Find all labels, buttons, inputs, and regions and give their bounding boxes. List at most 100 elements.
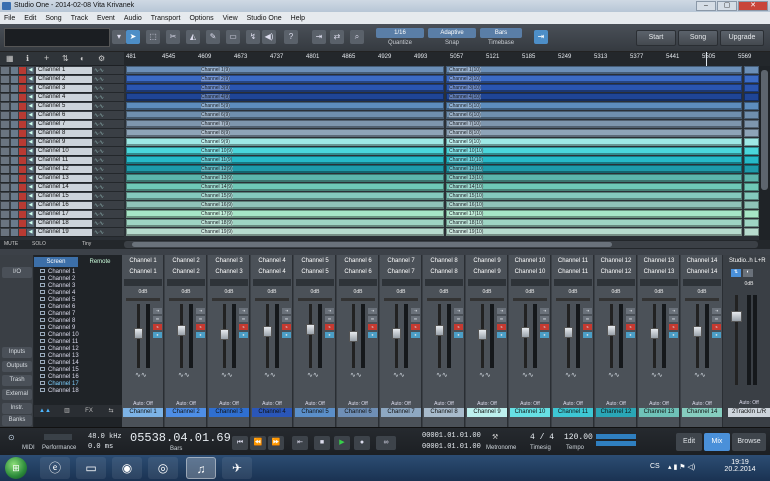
record-arm-button[interactable]	[19, 138, 26, 146]
track-header[interactable]: ◀ Channel 12 ∿∿	[0, 165, 124, 174]
horizontal-scrollbar[interactable]	[124, 241, 758, 248]
snap-toggle-icon[interactable]: ⇥	[534, 30, 548, 44]
solo-button[interactable]: s	[669, 324, 678, 330]
automation-mode[interactable]: Auto: Off	[425, 401, 463, 407]
insert-slot[interactable]	[253, 279, 291, 286]
audio-clip[interactable]: Channel 7(10)	[446, 120, 742, 128]
channel-name[interactable]: Channel 5	[295, 408, 335, 417]
mute-button[interactable]: m	[626, 316, 635, 322]
channel-name[interactable]: Channel 1	[123, 408, 163, 417]
channel-input[interactable]: Channel 1	[124, 258, 162, 264]
insert-slot[interactable]	[382, 279, 420, 286]
tab-remote[interactable]: Remote	[78, 257, 122, 267]
song-button[interactable]: Song	[678, 30, 718, 46]
track-color-swatch[interactable]	[1, 138, 9, 146]
info-icon[interactable]: ℹ	[26, 54, 29, 63]
track-name[interactable]: Channel 16	[36, 201, 92, 209]
automation-mode[interactable]: Auto: Off	[339, 401, 377, 407]
mixer-list-item[interactable]: Channel 15	[40, 367, 79, 374]
fader-track[interactable]	[438, 304, 441, 368]
track-color-swatch[interactable]	[1, 192, 9, 200]
mixer-list-item[interactable]: Channel 5	[40, 297, 75, 304]
audio-clip[interactable]: Channel 5(9)	[126, 102, 444, 110]
volume-fader[interactable]	[564, 327, 573, 338]
audio-clip[interactable]: Channel 3(10)	[446, 84, 742, 92]
maximize-button[interactable]: ▢	[717, 1, 737, 11]
sort-icon[interactable]: ⇅	[62, 54, 69, 63]
input-monitor-icon[interactable]: ⇥	[411, 308, 420, 314]
monitor-icon[interactable]: ◀	[27, 147, 34, 155]
solo-button[interactable]: s	[712, 324, 721, 330]
tab-screen[interactable]: Screen	[34, 257, 78, 267]
position-display[interactable]: 05538.04.01.69	[130, 431, 231, 445]
audio-clip[interactable]: Channel 17(9)	[126, 210, 444, 218]
channel-output[interactable]: Channel 8	[425, 269, 463, 275]
menu-transport[interactable]: Transport	[151, 15, 181, 22]
solo-button[interactable]: s	[454, 324, 463, 330]
input-monitor-icon[interactable]: ⇥	[325, 308, 334, 314]
channel-output[interactable]: Channel 4	[253, 269, 291, 275]
visibility-checkbox[interactable]	[40, 311, 45, 316]
track-name[interactable]: Channel 4	[36, 93, 92, 101]
solo-button[interactable]: s	[153, 324, 162, 330]
automation-mode[interactable]: Auto: Off	[253, 401, 291, 407]
visibility-checkbox[interactable]	[40, 304, 45, 309]
pan-slider[interactable]	[298, 298, 332, 301]
skip-icon[interactable]: ⇥	[312, 30, 326, 44]
track-size-select[interactable]: Tiny	[82, 241, 91, 247]
mixer-list-item[interactable]: Channel 9	[40, 325, 75, 332]
menu-view[interactable]: View	[223, 15, 238, 22]
channel-input[interactable]: Channel 8	[425, 258, 463, 264]
mute-button[interactable]	[11, 75, 18, 83]
track-header[interactable]: ◀ Channel 8 ∿∿	[0, 129, 124, 138]
pan-slider[interactable]	[427, 298, 461, 301]
channel-output[interactable]: Channel 1	[124, 269, 162, 275]
record-button[interactable]: ●	[540, 332, 549, 338]
mixer-list-item[interactable]: Channel 6	[40, 304, 75, 311]
track-header[interactable]: ◀ Channel 13 ∿∿	[0, 174, 124, 183]
track-color-swatch[interactable]	[1, 156, 9, 164]
solo-button[interactable]: s	[282, 324, 291, 330]
audio-clip[interactable]	[744, 66, 759, 74]
record-button[interactable]: ●	[196, 332, 205, 338]
monitor-icon[interactable]: ◀	[27, 75, 34, 83]
channel-output[interactable]: Channel 6	[339, 269, 377, 275]
record-arm-button[interactable]	[19, 201, 26, 209]
visibility-checkbox[interactable]	[40, 325, 45, 330]
track-header[interactable]: ◀ Channel 15 ∿∿	[0, 192, 124, 201]
track-color-swatch[interactable]	[1, 102, 9, 110]
track-header[interactable]: ◀ Channel 11 ∿∿	[0, 156, 124, 165]
channel-output[interactable]: Channel 9	[468, 269, 506, 275]
toolbar-display[interactable]	[4, 28, 110, 47]
record-arm-button[interactable]	[19, 156, 26, 164]
menu-edit[interactable]: Edit	[24, 15, 36, 22]
track-color-swatch[interactable]	[1, 210, 9, 218]
record-arm-button[interactable]	[19, 66, 26, 74]
minimize-button[interactable]: –	[696, 1, 716, 11]
automation-mode[interactable]: Auto: Off	[124, 401, 162, 407]
fader-track[interactable]	[610, 304, 613, 368]
automation-mode[interactable]: Auto: Off	[167, 401, 205, 407]
insert-slot[interactable]	[468, 279, 506, 286]
pan-slider[interactable]	[599, 298, 633, 301]
channel-name[interactable]: Channel 13	[639, 408, 679, 417]
channel-input[interactable]: Channel 9	[468, 258, 506, 264]
monitor-icon[interactable]: ◀	[27, 201, 34, 209]
record-arm-button[interactable]	[19, 129, 26, 137]
mute-button[interactable]	[11, 102, 18, 110]
volume-fader[interactable]	[349, 331, 358, 342]
menu-song[interactable]: Song	[45, 15, 61, 22]
track-color-swatch[interactable]	[1, 174, 9, 182]
automation-mode[interactable]: Auto: Off	[597, 401, 635, 407]
mute-button[interactable]	[11, 93, 18, 101]
visibility-checkbox[interactable]	[40, 360, 45, 365]
track-header[interactable]: ◀ Channel 9 ∿∿	[0, 138, 124, 147]
stop-icon[interactable]: ■	[314, 436, 330, 450]
track-name[interactable]: Channel 14	[36, 183, 92, 191]
mute-button[interactable]: m	[325, 316, 334, 322]
monitor-icon[interactable]: ◀	[27, 210, 34, 218]
mute-button[interactable]: m	[411, 316, 420, 322]
audio-clip[interactable]: Channel 10(10)	[446, 147, 742, 155]
tab-instrument-icon[interactable]: ▥	[56, 405, 78, 417]
channel-input[interactable]: Channel 2	[167, 258, 205, 264]
